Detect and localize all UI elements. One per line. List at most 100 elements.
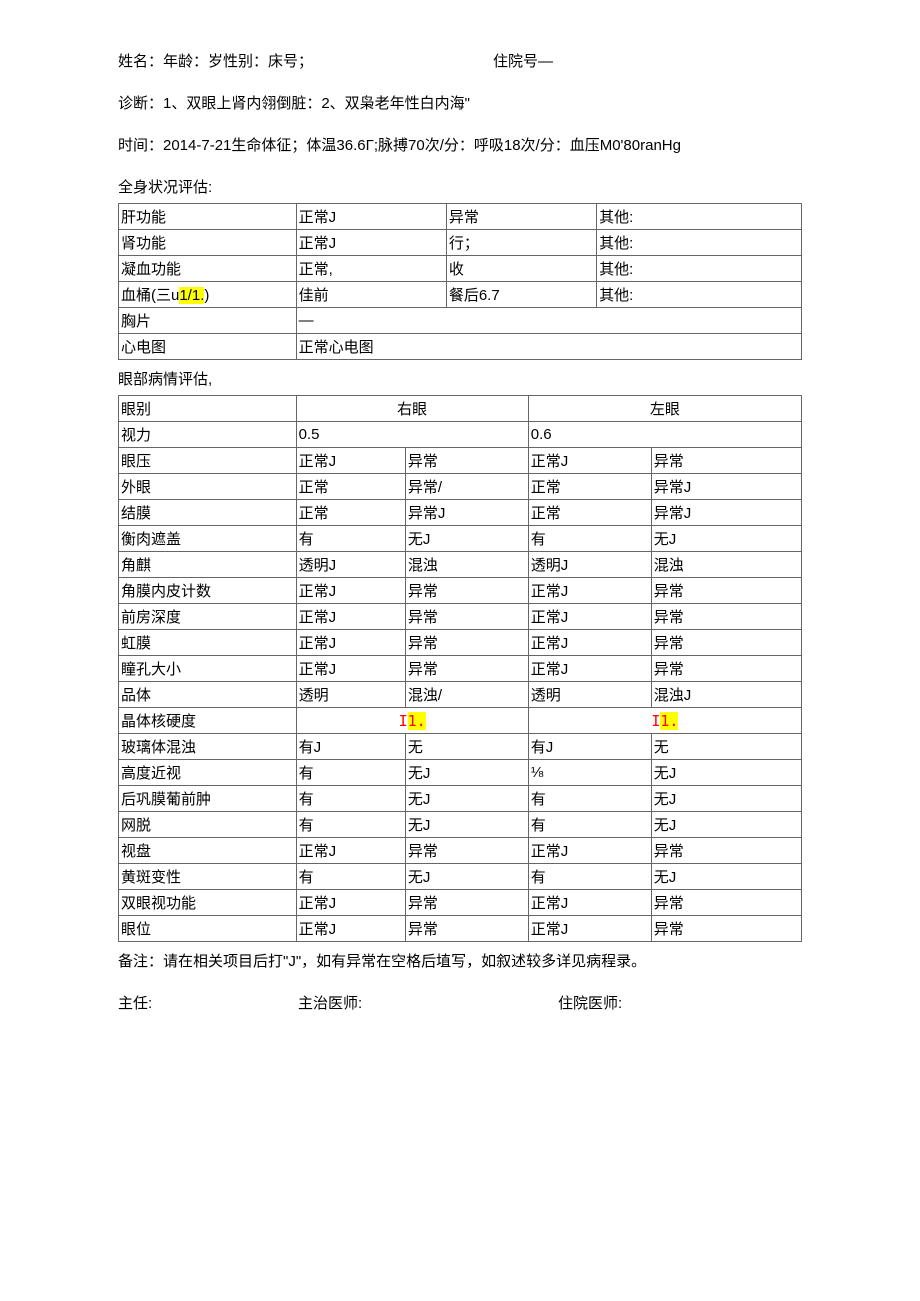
eye-cell: 混浊/ bbox=[405, 682, 528, 708]
eye-row-label: 瞳孔大小 bbox=[119, 656, 297, 682]
signature-row: 主任: 主治医师: 住院医师: bbox=[118, 992, 802, 1013]
eye-row-label: 衡肉遮盖 bbox=[119, 526, 297, 552]
eye-row-label: 视盘 bbox=[119, 838, 297, 864]
eye-row: 视盘正常J异常正常J异常 bbox=[119, 838, 802, 864]
eye-cell: 异常 bbox=[651, 630, 801, 656]
systemic-value: — bbox=[296, 308, 801, 334]
eye-cell: 有 bbox=[528, 526, 651, 552]
eye-cell: 无 bbox=[405, 734, 528, 760]
eye-cell: 混浊 bbox=[651, 552, 801, 578]
eye-cell: 无J bbox=[651, 526, 801, 552]
eye-cell: 正常J bbox=[528, 916, 651, 942]
eye-row-label: 眼位 bbox=[119, 916, 297, 942]
systemic-title: 全身状况评估: bbox=[118, 176, 802, 197]
systemic-label: 凝血功能 bbox=[119, 256, 297, 282]
eye-cell: 正常J bbox=[296, 916, 405, 942]
eye-cell: 透明 bbox=[528, 682, 651, 708]
eye-row-label: 角麒 bbox=[119, 552, 297, 578]
eye-cell: 透明J bbox=[528, 552, 651, 578]
patient-info-line: 姓名：年龄：岁性别：床号； 住院号— bbox=[118, 50, 802, 74]
eye-row: 角膜内皮计数正常J异常正常J异常 bbox=[119, 578, 802, 604]
eye-cell: 无J bbox=[651, 864, 801, 890]
sign-resident: 住院医师: bbox=[558, 992, 802, 1013]
eye-nucleus-cell: I1. bbox=[296, 708, 528, 734]
eye-cell: 异常 bbox=[651, 838, 801, 864]
eye-cell: 正常J bbox=[296, 630, 405, 656]
eye-cell: 异常 bbox=[405, 656, 528, 682]
systemic-label: 胸片 bbox=[119, 308, 297, 334]
eye-row-label: 网脱 bbox=[119, 812, 297, 838]
eye-nucleus-row: 晶体核硬度I1.I1. bbox=[119, 708, 802, 734]
eye-cell: 正常J bbox=[528, 838, 651, 864]
eye-cell: 有 bbox=[296, 526, 405, 552]
eye-cell: 异常 bbox=[405, 448, 528, 474]
systemic-c2: 餐后6.7 bbox=[446, 282, 596, 308]
eye-cell: 有J bbox=[296, 734, 405, 760]
eye-cell: 正常J bbox=[296, 448, 405, 474]
eye-row-label: 双眼视功能 bbox=[119, 890, 297, 916]
eye-cell: 异常J bbox=[405, 500, 528, 526]
eye-cell: 正常J bbox=[296, 656, 405, 682]
eye-cell: 异常J bbox=[651, 500, 801, 526]
systemic-label: 血桶(三u1/1.) bbox=[119, 282, 297, 308]
systemic-c1: 正常J bbox=[296, 230, 446, 256]
eye-row-label: 视力 bbox=[119, 422, 297, 448]
eye-row: 外眼正常异常/正常异常J bbox=[119, 474, 802, 500]
eye-cell: 正常J bbox=[528, 890, 651, 916]
eye-header-right: 右眼 bbox=[296, 396, 528, 422]
eye-cell: ⅛ bbox=[528, 760, 651, 786]
eye-row-label: 黄斑变性 bbox=[119, 864, 297, 890]
eye-cell: 无J bbox=[651, 812, 801, 838]
eye-cell: 有 bbox=[296, 760, 405, 786]
eye-header-row: 眼别右眼左眼 bbox=[119, 396, 802, 422]
eye-row: 黄斑变性有无J有无J bbox=[119, 864, 802, 890]
systemic-c3: 其他: bbox=[597, 282, 802, 308]
sign-director: 主任: bbox=[118, 992, 298, 1013]
eye-row-label: 外眼 bbox=[119, 474, 297, 500]
eye-cell: 正常J bbox=[296, 604, 405, 630]
systemic-label: 肝功能 bbox=[119, 204, 297, 230]
eye-cell: 透明 bbox=[296, 682, 405, 708]
eye-row: 眼位正常J异常正常J异常 bbox=[119, 916, 802, 942]
systemic-value: 正常心电图 bbox=[296, 334, 801, 360]
eye-cell: 异常 bbox=[651, 656, 801, 682]
eye-row-label: 眼压 bbox=[119, 448, 297, 474]
eye-row: 网脱有无J有无J bbox=[119, 812, 802, 838]
eye-cell: 有J bbox=[528, 734, 651, 760]
eye-nucleus-cell: I1. bbox=[528, 708, 801, 734]
eye-cell: 有 bbox=[528, 786, 651, 812]
eye-cell: 异常 bbox=[651, 578, 801, 604]
systemic-row: 肾功能正常J行；其他: bbox=[119, 230, 802, 256]
eye-cell: 无J bbox=[405, 786, 528, 812]
systemic-c3: 其他: bbox=[597, 204, 802, 230]
patient-info-left: 姓名：年龄：岁性别：床号； bbox=[118, 50, 313, 74]
eye-cell: 正常 bbox=[296, 500, 405, 526]
eye-cell: 异常 bbox=[405, 890, 528, 916]
eye-cell: 正常J bbox=[528, 448, 651, 474]
eye-cell: 无J bbox=[405, 812, 528, 838]
eye-row: 角麒透明J混浊透明J混浊 bbox=[119, 552, 802, 578]
eye-row-label: 晶体核硬度 bbox=[119, 708, 297, 734]
systemic-c1: 正常, bbox=[296, 256, 446, 282]
eye-cell: 无J bbox=[651, 760, 801, 786]
note-line: 备注：请在相关项目后打"J"，如有异常在空格后埴写，如叙述较多详见病程录。 bbox=[118, 950, 802, 974]
eye-cell: 有 bbox=[296, 864, 405, 890]
systemic-wide-row: 心电图正常心电图 bbox=[119, 334, 802, 360]
eye-row: 结膜正常异常J正常异常J bbox=[119, 500, 802, 526]
eye-row: 品体透明混浊/透明混浊J bbox=[119, 682, 802, 708]
patient-info-right: 住院号— bbox=[493, 50, 553, 74]
eye-row-label: 结膜 bbox=[119, 500, 297, 526]
eye-vision-left: 0.6 bbox=[528, 422, 801, 448]
eye-cell: 异常 bbox=[405, 630, 528, 656]
eye-cell: 正常J bbox=[296, 890, 405, 916]
eye-cell: 异常 bbox=[405, 916, 528, 942]
systemic-c1: 佳前 bbox=[296, 282, 446, 308]
eye-cell: 正常 bbox=[296, 474, 405, 500]
eye-row-label: 玻璃体混浊 bbox=[119, 734, 297, 760]
systemic-c2: 异常 bbox=[446, 204, 596, 230]
eye-cell: 正常J bbox=[296, 578, 405, 604]
eye-cell: 有 bbox=[296, 786, 405, 812]
eye-cell: 无J bbox=[405, 760, 528, 786]
eye-row-label: 高度近视 bbox=[119, 760, 297, 786]
eye-cell: 正常J bbox=[528, 630, 651, 656]
